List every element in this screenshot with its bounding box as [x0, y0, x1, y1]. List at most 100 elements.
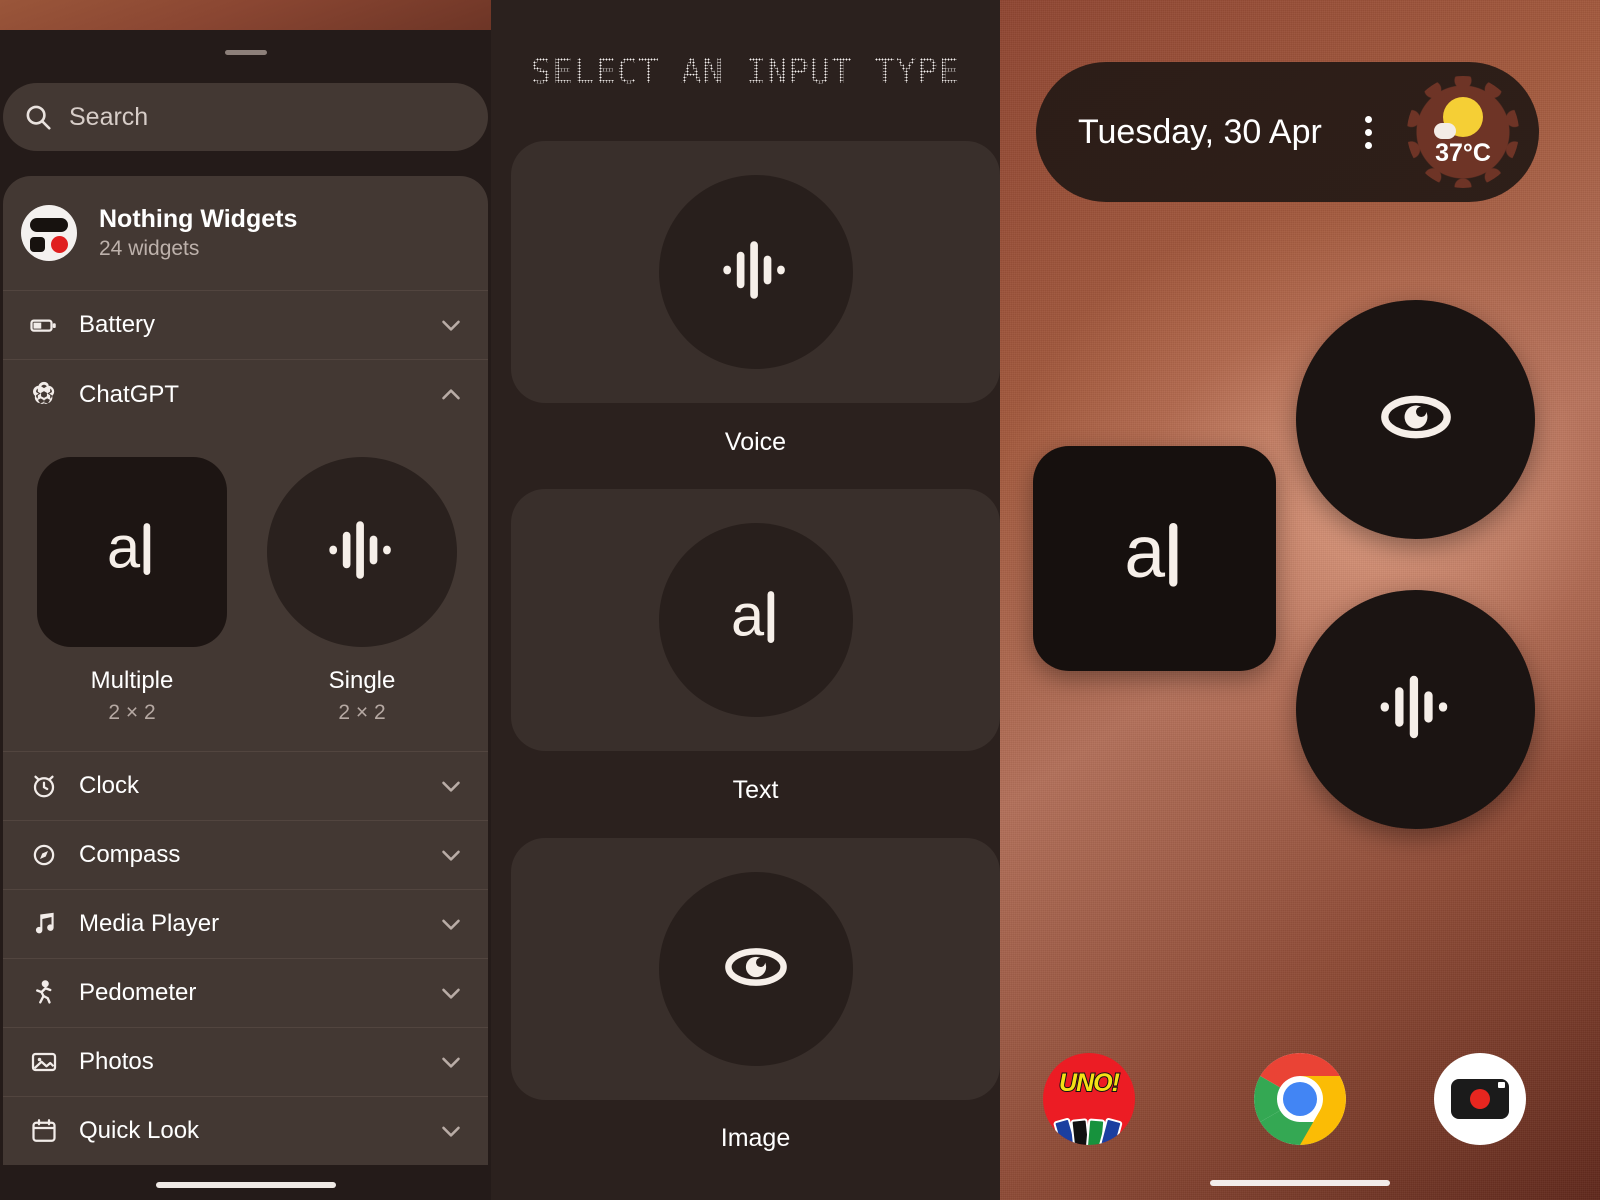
alarm-clock-icon [21, 771, 67, 801]
input-option-voice[interactable] [511, 141, 1000, 403]
compass-icon [21, 840, 67, 870]
text-cursor-icon: a [708, 570, 804, 671]
input-option-label-text: Text [732, 776, 779, 804]
category-label: Quick Look [79, 1117, 200, 1144]
kebab-menu-icon[interactable] [1351, 115, 1385, 149]
input-type-screen: SELECT AN INPUT TYPE Voice a Text Image [491, 0, 1000, 1200]
logo-bar [30, 218, 68, 232]
input-option-image[interactable] [511, 838, 1000, 1100]
widget-preview-size: 2 × 2 [338, 701, 386, 724]
category-row-quick-look[interactable]: Quick Look [3, 1096, 488, 1165]
search-icon [23, 102, 53, 132]
dock-app-camera[interactable] [1434, 1053, 1526, 1145]
svg-text:a: a [1124, 511, 1165, 593]
page-title: SELECT AN INPUT TYPE [530, 52, 961, 92]
camera-lens [1470, 1089, 1490, 1109]
screenshot-root: Search Nothing Widgets 24 widgets Batter… [0, 0, 1600, 1200]
music-note-icon [21, 909, 67, 939]
svg-text:a: a [107, 513, 141, 580]
kebab-dot [1364, 141, 1372, 149]
home-widget-chatgpt-image[interactable] [1296, 300, 1535, 539]
widget-preview-single[interactable]: Single 2 × 2 [267, 457, 457, 725]
chevron-up-icon[interactable] [436, 380, 466, 410]
category-row-battery[interactable]: Battery [3, 290, 488, 359]
widget-preview-name: Single [328, 667, 396, 694]
chrome-icon [1254, 1053, 1346, 1145]
home-widget-chatgpt-voice[interactable] [1296, 590, 1535, 829]
photo-icon [21, 1047, 67, 1077]
weather-badge[interactable]: 37°C [1407, 76, 1519, 188]
chevron-down-icon[interactable] [436, 909, 466, 939]
home-screen: Tuesday, 30 Apr 37°C a UNO! [1000, 0, 1600, 1200]
voice-waveform-icon [314, 502, 410, 603]
chevron-down-icon[interactable] [436, 771, 466, 801]
battery-icon [21, 310, 67, 340]
sun-cloud-icon [1434, 96, 1483, 139]
date-label: Tuesday, 30 Apr [1078, 112, 1322, 151]
camera-flash [1498, 1082, 1505, 1088]
eye-icon [710, 921, 802, 1018]
kebab-dot [1364, 128, 1372, 136]
uno-app-icon: UNO! [1058, 1068, 1121, 1098]
calendar-icon [21, 1116, 67, 1146]
app-widget-count: 24 widgets [99, 237, 200, 260]
chatgpt-icon [21, 379, 67, 411]
category-row-clock[interactable]: Clock [3, 751, 488, 820]
widget-preview-tile[interactable]: a [37, 457, 227, 647]
chevron-down-icon[interactable] [436, 1047, 466, 1077]
category-row-photos[interactable]: Photos [3, 1027, 488, 1096]
camera-icon [1451, 1079, 1509, 1119]
category-label: Photos [79, 1048, 154, 1075]
category-row-chatgpt[interactable]: ChatGPT [3, 360, 488, 429]
nothing-widgets-logo [21, 205, 77, 261]
home-widget-chatgpt-text[interactable]: a [1033, 446, 1276, 671]
widget-preview-tile[interactable] [267, 457, 457, 647]
chevron-down-icon[interactable] [436, 978, 466, 1008]
cloud-part [1434, 122, 1456, 139]
logo-dot [51, 236, 68, 253]
category-row-compass[interactable]: Compass [3, 820, 488, 889]
input-option-label-voice: Voice [724, 428, 787, 456]
chatgpt-widget-previews: a Multiple 2 × 2 Single 2 × 2 [3, 429, 488, 751]
uno-cards-art [1052, 1111, 1127, 1145]
app-header-texts: Nothing Widgets 24 widgets [99, 205, 297, 261]
temperature-label: 37°C [1435, 138, 1491, 167]
home-gesture-indicator[interactable] [155, 1182, 336, 1188]
wallpaper-strip [0, 0, 491, 30]
chevron-down-icon[interactable] [436, 1116, 466, 1146]
category-row-media-player[interactable]: Media Player [3, 889, 488, 958]
dock-app-chrome[interactable] [1254, 1053, 1346, 1145]
voice-waveform-icon [708, 222, 804, 323]
input-option-label-image: Image [720, 1124, 791, 1152]
category-label: ChatGPT [79, 380, 180, 408]
app-name: Nothing Widgets [99, 205, 298, 233]
widget-preview-name: Multiple [90, 667, 174, 694]
category-section-chatgpt: ChatGPT a Multiple 2 × 2 Single 2 × 2 [3, 359, 488, 751]
chevron-down-icon[interactable] [436, 310, 466, 340]
option-icon-wrapper [658, 175, 853, 369]
text-cursor-icon: a [1096, 497, 1214, 620]
home-dock: UNO! [1000, 1053, 1600, 1145]
kebab-dot [1364, 115, 1372, 123]
date-weather-widget[interactable]: Tuesday, 30 Apr 37°C [1036, 62, 1539, 202]
svg-text:a: a [731, 581, 765, 648]
widget-category-list: Nothing Widgets 24 widgets Battery ChatG… [3, 176, 488, 1165]
sheet-drag-handle[interactable] [224, 50, 267, 55]
widget-preview-multiple[interactable]: a Multiple 2 × 2 [37, 457, 227, 725]
widget-preview-size: 2 × 2 [108, 701, 156, 724]
dock-app-uno[interactable]: UNO! [1043, 1053, 1135, 1145]
chevron-down-icon[interactable] [436, 840, 466, 870]
category-label: Pedometer [79, 979, 197, 1006]
app-header-nothing-widgets[interactable]: Nothing Widgets 24 widgets [3, 176, 488, 290]
option-icon-wrapper: a [658, 523, 853, 717]
category-label: Media Player [79, 910, 220, 937]
category-label: Compass [79, 841, 181, 868]
walking-person-icon [21, 978, 67, 1008]
category-label: Clock [79, 772, 140, 799]
category-row-pedometer[interactable]: Pedometer [3, 958, 488, 1027]
option-icon-wrapper [658, 872, 853, 1066]
search-input[interactable]: Search [3, 83, 488, 151]
logo-square [30, 237, 45, 252]
input-option-text[interactable]: a [511, 489, 1000, 751]
home-gesture-indicator[interactable] [1210, 1180, 1390, 1186]
